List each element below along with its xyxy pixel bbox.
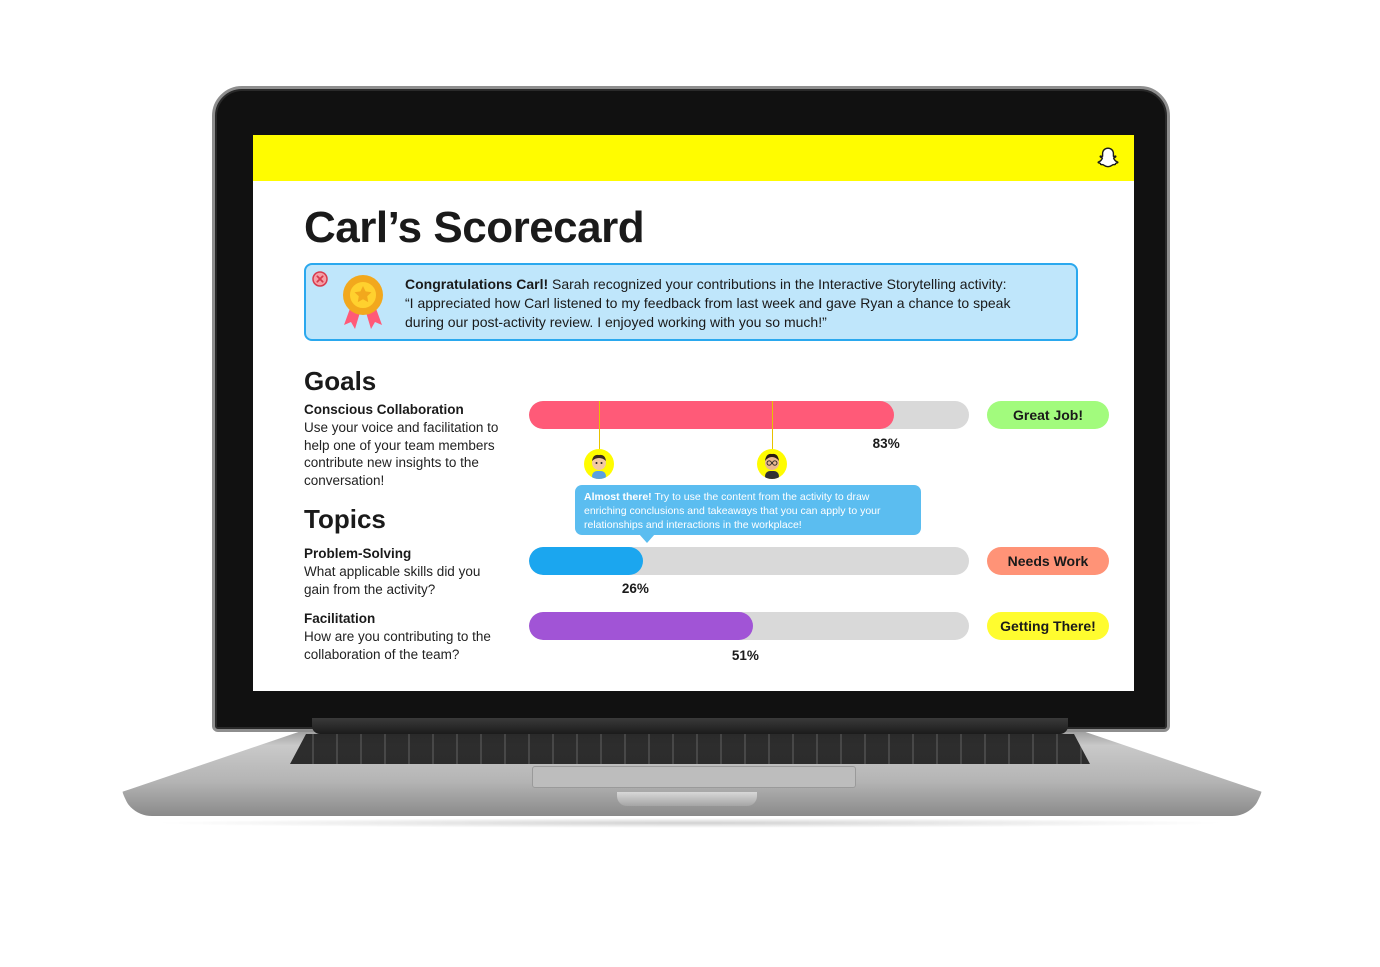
- close-circle-icon[interactable]: [312, 271, 328, 287]
- topic-percent: 26%: [621, 581, 649, 596]
- laptop-hinge: [312, 718, 1068, 734]
- avatar-icon[interactable]: [757, 449, 787, 479]
- topic-progress-bar: [529, 612, 969, 640]
- laptop-keyboard: [290, 734, 1090, 764]
- goal-description: Use your voice and facilitation to help …: [304, 420, 499, 488]
- avatar-icon: [592, 454, 606, 479]
- avatar-icon: [765, 453, 779, 479]
- feedback-tooltip: Almost there! Try to use the content fro…: [575, 485, 921, 535]
- topic-progress-fill: [529, 547, 644, 575]
- topic-status-badge: Getting There!: [987, 612, 1109, 640]
- snapchat-ghost-icon[interactable]: [1096, 146, 1120, 170]
- topics-heading: Topics: [304, 504, 386, 534]
- laptop-shadow: [150, 818, 1230, 828]
- page-title: Carl’s Scorecard: [304, 203, 645, 252]
- banner-message: Congratulations Carl! Sarah recognized y…: [405, 275, 1045, 332]
- goal-percent: 83%: [872, 436, 900, 451]
- topic-description: What applicable skills did you gain from…: [304, 564, 481, 597]
- recognition-banner: Congratulations Carl! Sarah recognized y…: [304, 263, 1078, 341]
- marker-line: [599, 401, 600, 451]
- tooltip-tail: [639, 534, 655, 543]
- topic-title: Problem-Solving: [304, 546, 412, 561]
- laptop-notch: [617, 792, 757, 806]
- goal-status-badge: Great Job!: [987, 401, 1109, 429]
- scorecard-screen: Carl’s Scorecard Congratulations Carl! S…: [253, 135, 1134, 691]
- laptop-trackpad: [532, 766, 856, 788]
- topic-title: Facilitation: [304, 611, 376, 626]
- goal-title: Conscious Collaboration: [304, 402, 464, 417]
- topic-status-badge: Needs Work: [987, 547, 1109, 575]
- tooltip-lead: Almost there!: [584, 491, 652, 503]
- marker-line: [772, 401, 773, 451]
- topic-percent: 51%: [731, 648, 759, 663]
- goals-heading: Goals: [304, 366, 377, 396]
- banner-quote: “I appreciated how Carl listened to my f…: [405, 295, 1011, 330]
- topic-progress-bar: [529, 547, 969, 575]
- topic-progress-fill: [529, 612, 754, 640]
- banner-text: Sarah recognized your contributions in t…: [548, 276, 1007, 292]
- top-bar: [253, 135, 1134, 181]
- avatar-icon[interactable]: [584, 449, 614, 479]
- goal-progress-fill: [529, 401, 895, 429]
- topic-description: How are you contributing to the collabor…: [304, 629, 491, 662]
- goal-progress-bar: [529, 401, 969, 429]
- banner-lead: Congratulations Carl!: [405, 276, 549, 292]
- award-medal-icon: [343, 275, 383, 329]
